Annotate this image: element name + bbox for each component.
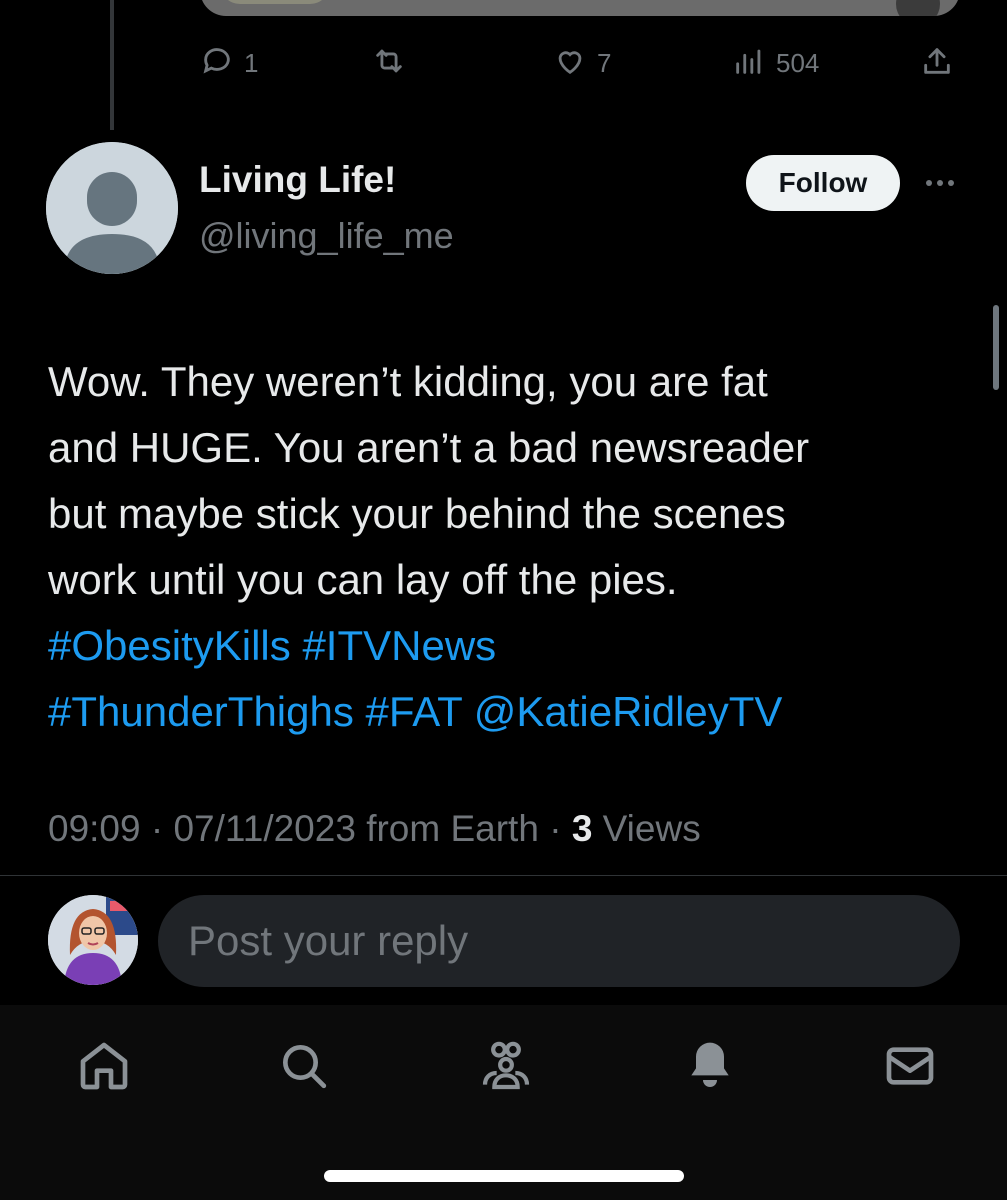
search-icon[interactable] bbox=[276, 1038, 332, 1094]
communities-icon[interactable] bbox=[478, 1038, 534, 1094]
tweet-source: from Earth bbox=[366, 808, 539, 849]
author-avatar[interactable] bbox=[46, 142, 178, 274]
follow-button[interactable]: Follow bbox=[746, 155, 900, 211]
previous-tweet-media[interactable] bbox=[200, 0, 960, 16]
reply-count: 1 bbox=[244, 48, 259, 78]
views-action[interactable]: 504 bbox=[732, 44, 819, 83]
meta-separator: · bbox=[150, 808, 164, 849]
notifications-icon[interactable] bbox=[682, 1038, 738, 1094]
messages-icon[interactable] bbox=[882, 1038, 938, 1094]
user-avatar[interactable] bbox=[48, 895, 138, 985]
tweet-text-line: Wow. They weren’t kidding, you are fat bbox=[48, 358, 768, 405]
hashtag-line: #ObesityKills #ITVNews bbox=[48, 613, 968, 679]
tweet-text-line: but maybe stick your behind the scenes bbox=[48, 490, 786, 537]
reply-input[interactable]: Post your reply bbox=[158, 895, 960, 987]
author-display-name[interactable]: Living Life! bbox=[199, 159, 396, 201]
divider bbox=[0, 875, 1007, 876]
thread-connector-line bbox=[110, 0, 114, 130]
share-icon bbox=[920, 44, 954, 83]
like-count: 7 bbox=[597, 48, 612, 78]
more-options-icon[interactable] bbox=[920, 166, 960, 200]
scrollbar[interactable] bbox=[993, 305, 999, 390]
reply-action[interactable]: 1 bbox=[200, 44, 258, 83]
views-count-total: 3 bbox=[571, 808, 593, 849]
default-avatar-icon bbox=[46, 142, 178, 274]
tweet-text-line: and HUGE. You aren’t a bad newsreader bbox=[48, 424, 810, 471]
tweet-text: Wow. They weren’t kidding, you are fat a… bbox=[48, 349, 968, 745]
hashtag-line: #ThunderThighs #FAT @KatieRidleyTV bbox=[48, 679, 968, 745]
hashtag-link[interactable]: #ObesityKills bbox=[48, 622, 291, 669]
hashtag-link[interactable]: #ThunderThighs bbox=[48, 688, 354, 735]
home-indicator[interactable] bbox=[324, 1170, 684, 1182]
repost-action[interactable] bbox=[372, 44, 406, 83]
views-count: 504 bbox=[776, 48, 820, 78]
heart-icon bbox=[553, 44, 587, 83]
user-photo bbox=[48, 895, 138, 985]
tweet-time[interactable]: 09:09 bbox=[48, 808, 141, 849]
tweet-date[interactable]: 07/11/2023 bbox=[173, 808, 355, 849]
tweet-text-line: work until you can lay off the pies. bbox=[48, 556, 678, 603]
hashtag-link[interactable]: #FAT bbox=[366, 688, 463, 735]
meta-separator: · bbox=[549, 808, 562, 849]
media-detail bbox=[896, 0, 940, 16]
home-icon[interactable] bbox=[76, 1038, 132, 1094]
mention-link[interactable]: @KatieRidleyTV bbox=[474, 688, 783, 735]
media-detail bbox=[220, 0, 330, 4]
views-label: Views bbox=[602, 808, 701, 849]
repost-icon bbox=[372, 44, 406, 83]
author-handle[interactable]: @living_life_me bbox=[199, 215, 454, 257]
share-action[interactable] bbox=[920, 44, 954, 83]
hashtag-link[interactable]: #ITVNews bbox=[302, 622, 496, 669]
like-action[interactable]: 7 bbox=[553, 44, 611, 83]
reply-icon bbox=[200, 44, 234, 83]
tweet-meta: 09:09 · 07/11/2023 from Earth · 3 Views bbox=[48, 808, 701, 850]
analytics-icon bbox=[732, 44, 766, 83]
